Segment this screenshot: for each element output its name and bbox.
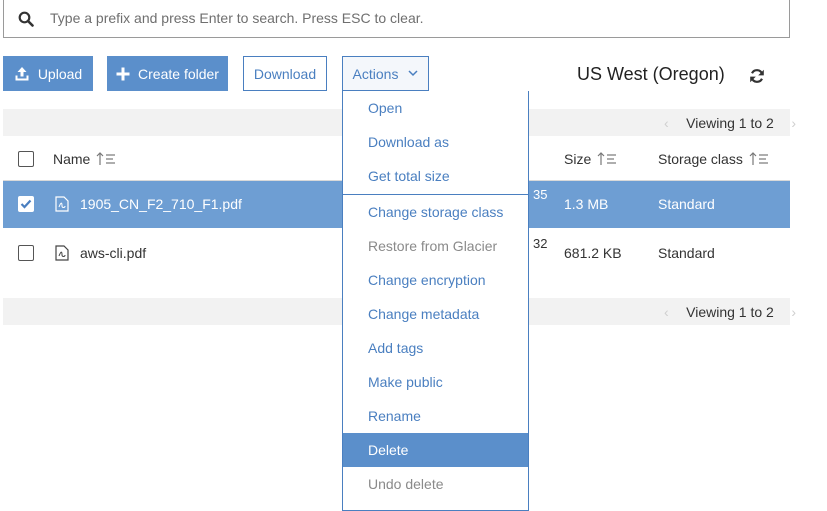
row-checkbox[interactable]: [18, 196, 34, 212]
upload-button[interactable]: Upload: [3, 56, 93, 91]
pdf-file-icon: [55, 245, 69, 261]
name-column-header[interactable]: Name: [53, 151, 116, 167]
last-modified-fragment: 32: [533, 236, 548, 251]
storage-class-column-header[interactable]: Storage class: [658, 151, 769, 167]
menu-item-get-total-size[interactable]: Get total size: [343, 159, 528, 193]
menu-item-make-public[interactable]: Make public: [343, 365, 528, 399]
region-label: US West (Oregon): [577, 64, 725, 84]
actions-label: Actions: [352, 65, 399, 82]
file-name-link[interactable]: aws-cli.pdf: [80, 245, 146, 261]
select-all-checkbox[interactable]: [18, 151, 34, 167]
sort-icon[interactable]: [96, 152, 116, 166]
name-column-label: Name: [53, 151, 91, 167]
next-page-icon[interactable]: ›: [791, 115, 796, 131]
size-column-label: Size: [564, 151, 592, 167]
create-folder-button[interactable]: Create folder: [107, 56, 228, 91]
file-size: 681.2 KB: [564, 245, 622, 261]
prev-page-icon[interactable]: ‹: [664, 115, 669, 131]
search-bar: [3, 0, 790, 38]
menu-item-download-as[interactable]: Download as: [343, 125, 528, 159]
pagination-bottom: ‹ Viewing 1 to 2 ›: [664, 304, 796, 320]
chevron-down-icon: [408, 70, 418, 77]
sort-icon[interactable]: [749, 152, 769, 166]
prev-page-icon[interactable]: ‹: [664, 304, 669, 320]
create-folder-label: Create folder: [138, 65, 219, 82]
refresh-icon[interactable]: [749, 68, 765, 84]
pdf-file-icon: [55, 196, 69, 212]
download-label: Download: [253, 65, 317, 82]
menu-item-change-metadata[interactable]: Change metadata: [343, 297, 528, 331]
actions-menu: Open Download as Get total size Change s…: [342, 91, 529, 511]
last-modified-fragment: 35: [533, 187, 548, 202]
storage-class: Standard: [658, 196, 715, 212]
menu-item-delete[interactable]: Delete: [343, 433, 528, 467]
actions-button[interactable]: Actions: [342, 56, 429, 91]
upload-label: Upload: [37, 65, 83, 82]
viewing-label-bottom: Viewing 1 to 2: [686, 304, 774, 320]
file-name-link[interactable]: 1905_CN_F2_710_F1.pdf: [80, 196, 242, 212]
sort-icon[interactable]: [597, 152, 617, 166]
menu-item-restore-from-glacier: Restore from Glacier: [368, 238, 498, 254]
download-button[interactable]: Download: [243, 56, 327, 91]
menu-item-open[interactable]: Open: [343, 91, 528, 125]
menu-item-change-storage-class[interactable]: Change storage class: [343, 195, 528, 229]
storage-class: Standard: [658, 245, 715, 261]
next-page-icon[interactable]: ›: [791, 304, 796, 320]
size-column-header[interactable]: Size: [564, 151, 617, 167]
plus-icon: [116, 67, 130, 81]
pagination-top: ‹ Viewing 1 to 2 ›: [664, 115, 796, 131]
checkmark-icon: [20, 199, 32, 209]
search-input[interactable]: [50, 8, 770, 28]
menu-item-add-tags[interactable]: Add tags: [343, 331, 528, 365]
menu-item-rename[interactable]: Rename: [343, 399, 528, 433]
menu-item-undo-delete: Undo delete: [368, 476, 444, 492]
menu-item-change-encryption[interactable]: Change encryption: [343, 263, 528, 297]
file-size: 1.3 MB: [564, 196, 609, 212]
row-checkbox[interactable]: [18, 245, 34, 261]
upload-icon: [14, 66, 30, 82]
search-icon: [18, 11, 34, 27]
storage-class-column-label: Storage class: [658, 151, 743, 167]
viewing-label-top: Viewing 1 to 2: [686, 115, 774, 131]
